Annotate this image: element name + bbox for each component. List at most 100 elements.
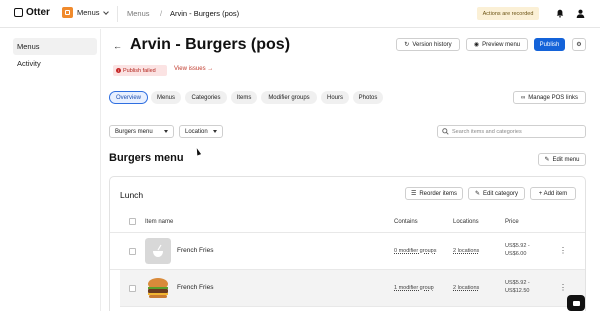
- reorder-items-label: Reorder items: [419, 190, 458, 197]
- back-arrow-icon[interactable]: ←: [113, 41, 122, 51]
- column-contains[interactable]: Contains: [394, 219, 418, 225]
- publish-label: Publish: [539, 41, 560, 48]
- tab-categories[interactable]: Categories: [185, 91, 227, 104]
- user-icon[interactable]: [576, 9, 585, 18]
- edit-menu-label: Edit menu: [552, 156, 580, 163]
- publish-status-badge: ! Publish failed: [113, 65, 167, 76]
- page-title: Arvin - Burgers (pos): [130, 36, 291, 53]
- link-icon: ∞: [521, 94, 526, 101]
- mouse-cursor: [194, 147, 202, 156]
- item-price-min: US$5.92 -: [505, 243, 530, 249]
- more-options-icon[interactable]: ⋮: [559, 246, 567, 255]
- item-placeholder-image: [145, 238, 171, 264]
- error-icon: !: [116, 68, 121, 73]
- caret-down-icon: [164, 130, 168, 133]
- edit-category-label: Edit category: [483, 190, 519, 197]
- location-select[interactable]: Location: [179, 125, 223, 138]
- item-locations[interactable]: 2 locations: [453, 248, 479, 254]
- list-icon: ☰: [410, 191, 417, 197]
- app-switcher[interactable]: Menus: [62, 7, 109, 18]
- item-burger-image: [148, 278, 168, 298]
- publish-button[interactable]: Publish: [534, 38, 565, 51]
- actions-recorded-badge: Actions are recorded: [477, 7, 539, 20]
- chat-icon: [572, 300, 580, 306]
- add-item-button[interactable]: + Add item: [530, 187, 576, 200]
- tab-label: Menus: [156, 94, 175, 101]
- sidebar-item-label: Menus: [17, 42, 40, 51]
- edit-menu-button[interactable]: ✎ Edit menu: [538, 153, 586, 166]
- sidebar-item-activity[interactable]: Activity: [13, 55, 97, 72]
- item-contains[interactable]: 0 modifier groups: [394, 248, 437, 254]
- row-checkbox[interactable]: [129, 248, 136, 255]
- section-title: Burgers menu: [109, 152, 184, 164]
- search-input[interactable]: [452, 128, 577, 135]
- column-item-name[interactable]: Item name: [145, 219, 173, 225]
- pencil-icon: ✎: [544, 157, 550, 163]
- tab-photos[interactable]: Photos: [353, 91, 383, 104]
- item-contains[interactable]: 1 modifier group: [394, 285, 434, 291]
- sidebar-divider: [100, 29, 101, 311]
- add-item-label: + Add item: [538, 190, 568, 197]
- search-icon: [442, 128, 449, 135]
- menus-app-icon: [62, 7, 73, 18]
- view-issues-label: View issues: [174, 66, 206, 72]
- more-options-icon[interactable]: ⋮: [559, 283, 567, 292]
- column-locations[interactable]: Locations: [453, 219, 479, 225]
- divider: [117, 6, 118, 22]
- settings-button[interactable]: ⚙: [572, 38, 586, 51]
- gear-icon: ⚙: [576, 42, 582, 48]
- item-price-max: US$12.50: [505, 288, 530, 294]
- table-header: Item name Contains Locations Price: [110, 213, 585, 233]
- tab-hours[interactable]: Hours: [321, 91, 349, 104]
- manage-pos-links-label: Manage POS links: [528, 94, 578, 101]
- tab-label: Overview: [115, 94, 141, 101]
- tab-overview[interactable]: Overview: [109, 91, 148, 104]
- logo-text: Otter: [26, 7, 50, 18]
- tab-items[interactable]: Items: [231, 91, 257, 104]
- table-row[interactable]: French Fries 1 modifier group 2 location…: [120, 270, 585, 307]
- column-price[interactable]: Price: [505, 219, 519, 225]
- tab-menus[interactable]: Menus: [151, 91, 181, 104]
- tab-label: Hours: [326, 94, 343, 101]
- caret-down-icon: [213, 130, 217, 133]
- chat-button[interactable]: [567, 295, 585, 311]
- view-issues-link[interactable]: View issues →: [174, 66, 213, 72]
- tab-label: Photos: [358, 94, 378, 101]
- publish-status-text: Publish failed: [123, 67, 156, 74]
- eye-icon: ◉: [473, 42, 480, 48]
- location-select-value: Location: [185, 128, 208, 135]
- bell-icon[interactable]: [556, 9, 564, 18]
- otter-logo-icon: [14, 8, 23, 17]
- reorder-items-button[interactable]: ☰ Reorder items: [405, 187, 463, 200]
- chevron-down-icon: [102, 8, 109, 15]
- edit-category-button[interactable]: ✎ Edit category: [468, 187, 525, 200]
- breadcrumb-menus[interactable]: Menus: [127, 9, 150, 18]
- select-all-checkbox[interactable]: [129, 218, 136, 225]
- category-title: Lunch: [120, 190, 144, 200]
- tab-modifier-groups[interactable]: Modifier groups: [261, 91, 317, 104]
- item-price-max: US$6.00: [505, 251, 527, 257]
- sidebar-item-label: Activity: [17, 59, 41, 68]
- menu-select[interactable]: Burgers menu: [109, 125, 174, 138]
- breadcrumb-separator: /: [160, 9, 163, 18]
- top-bar: Otter Menus Menus / Arvin - Burgers (pos…: [0, 0, 600, 28]
- item-name[interactable]: French Fries: [177, 247, 213, 254]
- item-price-min: US$5.92 -: [505, 280, 530, 286]
- pencil-icon: ✎: [474, 191, 480, 197]
- item-name[interactable]: French Fries: [177, 284, 213, 291]
- otter-logo[interactable]: Otter: [14, 7, 50, 18]
- menu-select-value: Burgers menu: [115, 128, 153, 135]
- version-history-button[interactable]: ↻ Version history: [396, 38, 460, 51]
- sidebar-item-menus[interactable]: Menus: [13, 38, 97, 55]
- table-row[interactable]: French Fries 0 modifier groups 2 locatio…: [110, 233, 585, 270]
- search-box[interactable]: [437, 125, 586, 138]
- tab-label: Categories: [191, 94, 221, 101]
- manage-pos-links-button[interactable]: ∞ Manage POS links: [513, 91, 586, 104]
- tab-label: Modifier groups: [268, 94, 310, 101]
- category-card: Lunch ☰ Reorder items ✎ Edit category + …: [109, 176, 586, 311]
- tab-label: Items: [236, 94, 252, 101]
- history-icon: ↻: [404, 42, 410, 48]
- preview-menu-button[interactable]: ◉ Preview menu: [466, 38, 528, 51]
- row-checkbox[interactable]: [129, 285, 136, 292]
- item-locations[interactable]: 2 locations: [453, 285, 479, 291]
